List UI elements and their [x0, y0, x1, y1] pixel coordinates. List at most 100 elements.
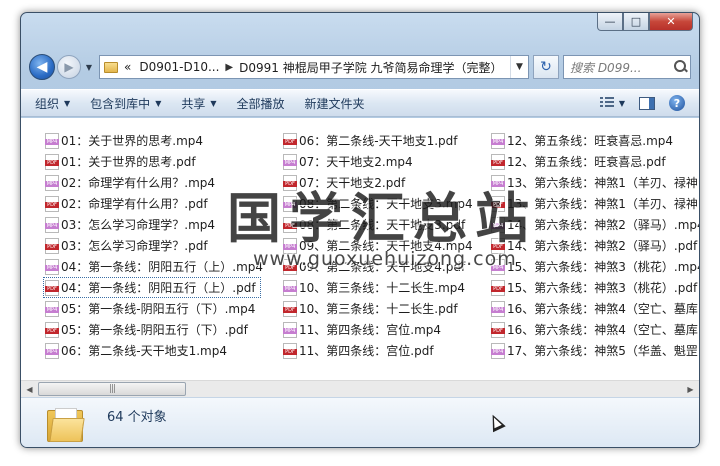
pdf-file-icon: PDF — [283, 132, 297, 149]
file-name: 17、第六条线：神煞5（华盖、魁罡 — [507, 344, 698, 358]
search-input[interactable]: 搜索 D099... — [570, 59, 670, 76]
file-name: 16、第六条线：神煞4（空亡、墓库 — [507, 323, 698, 337]
mp4-file-icon: MP4 — [491, 132, 505, 149]
item-count: 64 个对象 — [107, 410, 167, 425]
chevron-down-icon: ▼ — [64, 98, 71, 108]
file-item[interactable]: PDF 16、第六条线：神煞4（空亡、墓库 — [489, 319, 698, 340]
pdf-file-icon: PDF — [283, 342, 297, 359]
folder-icon — [47, 408, 85, 442]
file-name: 10、第三条线：十二长生.mp4 — [299, 281, 466, 295]
file-name: 06：第二条线-天干地支1.mp4 — [61, 344, 227, 358]
forward-button[interactable]: ▶ — [57, 55, 81, 79]
file-item[interactable]: PDF 11、第四条线：宫位.pdf — [281, 340, 489, 361]
grip-icon: ||| — [108, 384, 116, 394]
pdf-file-icon: PDF — [45, 279, 59, 296]
file-name: 12、第五条线：旺衰喜忌.mp4 — [507, 134, 674, 148]
include-in-library-button[interactable]: 包含到库中 ▼ — [90, 95, 161, 112]
maximize-button[interactable]: □ — [623, 13, 649, 31]
file-name: 05：第一条线-阴阳五行（下）.pdf — [61, 323, 248, 337]
new-folder-button[interactable]: 新建文件夹 — [305, 95, 365, 112]
address-bar[interactable]: « D0901-D10... ▶ D0991 神棍局甲子学院 九爷简易命理学（完… — [99, 55, 529, 79]
address-overflow[interactable]: « — [124, 60, 131, 74]
share-label: 共享 — [181, 96, 206, 111]
horizontal-scrollbar[interactable]: ◀ ||| ▶ — [21, 380, 699, 397]
file-name: 06：第二条线-天干地支1.pdf — [299, 134, 458, 148]
file-name: 16、第六条线：神煞4（空亡、墓库 — [507, 302, 698, 316]
watermark-title: 国学汇总站 — [227, 186, 537, 250]
file-item[interactable]: PDF 04：第一条线：阴阳五行（上）.pdf — [43, 277, 261, 298]
file-item[interactable]: PDF 01：关于世界的思考.pdf — [43, 151, 281, 172]
address-dropdown-button[interactable]: ▼ — [510, 56, 528, 78]
breadcrumb-item[interactable]: D0991 神棍局甲子学院 九爷简易命理学（完整） — [239, 59, 502, 76]
file-name: 03：怎么学习命理学？.pdf — [61, 239, 208, 253]
help-icon[interactable]: ? — [669, 95, 685, 111]
file-item[interactable]: MP4 07：天干地支2.mp4 — [281, 151, 489, 172]
file-name: 01：关于世界的思考.pdf — [61, 155, 196, 169]
preview-pane-icon[interactable] — [639, 96, 655, 110]
play-all-button[interactable]: 全部播放 — [237, 95, 285, 112]
file-item[interactable]: PDF 06：第二条线-天干地支1.pdf — [281, 130, 489, 151]
file-item[interactable]: MP4 06：第二条线-天干地支1.mp4 — [43, 340, 281, 361]
organize-button[interactable]: 组织 ▼ — [35, 95, 70, 112]
mp4-file-icon: MP4 — [45, 132, 59, 149]
file-name: 12、第五条线：旺衰喜忌.pdf — [507, 155, 666, 169]
command-bar: 组织 ▼ 包含到库中 ▼ 共享 ▼ 全部播放 新建文件夹 ▼ ? — [21, 89, 699, 117]
file-name: 02：命理学有什么用？.pdf — [61, 197, 208, 211]
file-item[interactable]: MP4 05：第一条线-阴阳五行（下）.mp4 — [43, 298, 281, 319]
scroll-left-button[interactable]: ◀ — [21, 381, 38, 398]
pdf-file-icon: PDF — [45, 153, 59, 170]
mp4-file-icon: MP4 — [45, 258, 59, 275]
scroll-thumb[interactable]: ||| — [38, 382, 186, 396]
file-item[interactable]: PDF 15、第六条线：神煞3（桃花）.pdf — [489, 277, 697, 298]
arrow-left-icon: ◀ — [36, 59, 48, 75]
recent-pages-dropdown[interactable]: ▼ — [83, 63, 95, 72]
include-in-library-label: 包含到库中 — [90, 96, 151, 111]
file-name: 05：第一条线-阴阳五行（下）.mp4 — [61, 302, 256, 316]
chevron-down-icon: ▼ — [618, 98, 625, 108]
search-icon[interactable] — [670, 56, 690, 78]
search-box[interactable]: 搜索 D099... — [563, 55, 691, 79]
chevron-down-icon: ▼ — [210, 98, 217, 108]
refresh-icon: ↻ — [540, 59, 552, 75]
file-item[interactable]: PDF 12、第五条线：旺衰喜忌.pdf — [489, 151, 689, 172]
pdf-file-icon: PDF — [45, 321, 59, 338]
pdf-file-icon: PDF — [283, 300, 297, 317]
file-name: 03：怎么学习命理学？.mp4 — [61, 218, 216, 232]
explorer-window: — □ ✕ ◀ ▶ ▼ « D0901-D10... ▶ D0991 神棍局甲子… — [20, 12, 700, 448]
file-name: 10、第三条线：十二长生.pdf — [299, 302, 458, 316]
scroll-track[interactable]: ||| — [38, 381, 682, 397]
minimize-button[interactable]: — — [597, 13, 623, 31]
caption-buttons: — □ ✕ — [597, 13, 693, 31]
refresh-button[interactable]: ↻ — [533, 55, 559, 79]
back-button[interactable]: ◀ — [29, 54, 55, 80]
file-name: 15、第六条线：神煞3（桃花）.pdf — [507, 281, 698, 295]
file-item[interactable]: MP4 16、第六条线：神煞4（空亡、墓库 — [489, 298, 698, 319]
mp4-file-icon: MP4 — [283, 279, 297, 296]
file-item[interactable]: PDF 05：第一条线-阴阳五行（下）.pdf — [43, 319, 281, 340]
file-name: 11、第四条线：宫位.mp4 — [299, 323, 442, 337]
pdf-file-icon: PDF — [491, 279, 505, 296]
chevron-right-icon[interactable]: ▶ — [225, 62, 233, 73]
breadcrumb-item[interactable]: D0901-D10... — [139, 60, 219, 74]
file-item[interactable]: PDF 10、第三条线：十二长生.pdf — [281, 298, 489, 319]
change-view-button[interactable]: ▼ — [599, 97, 625, 109]
scroll-right-button[interactable]: ▶ — [682, 381, 699, 398]
file-item[interactable]: MP4 11、第四条线：宫位.mp4 — [281, 319, 489, 340]
share-button[interactable]: 共享 ▼ — [181, 95, 216, 112]
file-item[interactable]: MP4 10、第三条线：十二长生.mp4 — [281, 277, 489, 298]
file-list[interactable]: MP4 01：关于世界的思考.mp4 PDF 01：关于世界的思考.pdf MP4 02：… — [21, 118, 699, 380]
mp4-file-icon: MP4 — [283, 153, 297, 170]
file-item[interactable]: MP4 17、第六条线：神煞5（华盖、魁罡 — [489, 340, 698, 361]
arrow-right-icon: ▶ — [64, 60, 74, 74]
pdf-file-icon: PDF — [45, 195, 59, 212]
chevron-down-icon: ▼ — [155, 98, 162, 108]
file-name: 07：天干地支2.mp4 — [299, 155, 413, 169]
mp4-file-icon: MP4 — [491, 300, 505, 317]
views-icon — [599, 97, 614, 109]
mp4-file-icon: MP4 — [45, 342, 59, 359]
file-item[interactable]: MP4 01：关于世界的思考.mp4 — [43, 130, 281, 151]
file-item[interactable]: MP4 12、第五条线：旺衰喜忌.mp4 — [489, 130, 689, 151]
close-button[interactable]: ✕ — [649, 13, 693, 31]
file-name: 04：第一条线：阴阳五行（上）.pdf — [61, 281, 256, 295]
mp4-file-icon: MP4 — [491, 342, 505, 359]
